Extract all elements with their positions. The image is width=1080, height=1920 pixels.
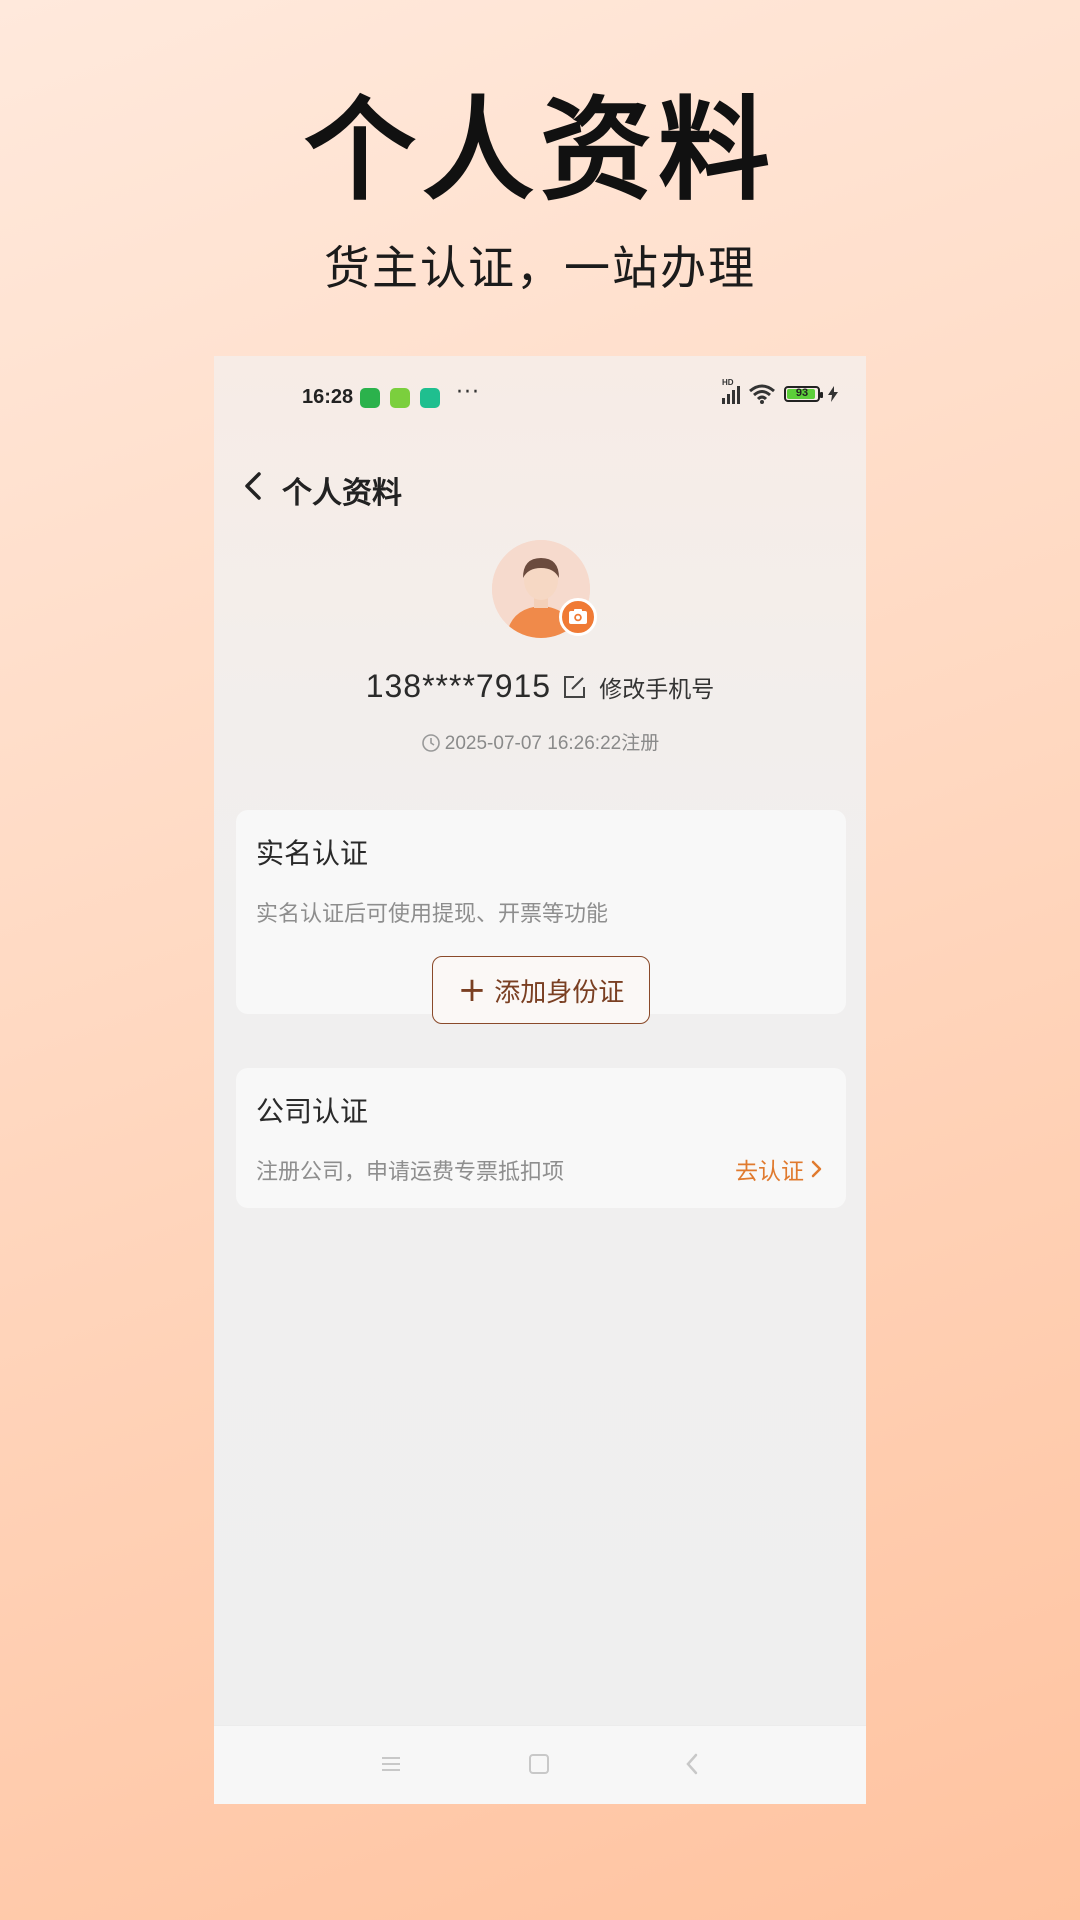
nav-bar: 个人资料	[214, 456, 866, 516]
company-title: 公司认证	[256, 1095, 369, 1128]
company-description: 注册公司，申请运费专票抵扣项	[256, 1160, 565, 1185]
clock-icon	[421, 734, 440, 752]
system-nav-bar	[214, 1725, 866, 1804]
go-verify-link[interactable]: 去认证	[735, 1152, 824, 1186]
charging-icon	[828, 386, 838, 402]
hd-label: HD	[722, 378, 734, 387]
registration-text: 2025-07-07 16:26:22注册	[444, 733, 660, 754]
back-arrow-icon[interactable]	[236, 468, 272, 504]
shield-app-icon	[420, 388, 440, 408]
phone-row: 138****7915 修改手机号	[214, 668, 866, 705]
modify-phone-link[interactable]: 修改手机号	[599, 677, 714, 703]
phone-screen: 16:28 ··· HD 93 个人资料 138****7915 修改手机号 2…	[214, 356, 866, 1804]
phone-app-icon	[360, 388, 380, 408]
registration-time: 2025-07-07 16:26:22注册	[214, 728, 866, 755]
real-name-title: 实名认证	[256, 837, 369, 870]
plus-icon: +	[457, 970, 487, 1010]
status-time: 16:28	[302, 386, 354, 408]
real-name-description: 实名认证后可使用提现、开票等功能	[256, 902, 609, 927]
real-name-card: 实名认证 实名认证后可使用提现、开票等功能 + 添加身份证	[236, 810, 846, 1024]
nav-back-icon[interactable]	[682, 1752, 702, 1776]
battery-icon: 93	[784, 386, 823, 402]
more-notifications-icon: ···	[456, 380, 480, 405]
wifi-icon	[749, 384, 775, 404]
home-icon[interactable]	[529, 1754, 549, 1774]
chevron-right-icon	[811, 1160, 822, 1178]
signal-icon: HD	[722, 378, 740, 404]
edit-icon[interactable]	[560, 673, 588, 701]
promo-subtitle: 货主认证，一站办理	[324, 241, 756, 295]
go-verify-label: 去认证	[735, 1159, 804, 1185]
camera-icon[interactable]	[559, 598, 597, 636]
page-title: 个人资料	[282, 476, 402, 511]
add-id-card-button[interactable]: + 添加身份证	[432, 956, 650, 1024]
status-right: HD 93	[722, 378, 838, 404]
add-id-card-label: 添加身份证	[494, 977, 625, 1008]
status-bar: 16:28 ··· HD 93	[214, 356, 866, 444]
phone-number: 138****7915	[365, 668, 552, 704]
menu-icon[interactable]	[382, 1756, 400, 1772]
company-card: 公司认证 注册公司，申请运费专票抵扣项 去认证	[236, 1068, 846, 1208]
battery-level: 93	[795, 387, 809, 399]
promo-title: 个人资料	[304, 85, 776, 216]
chat-app-icon	[390, 388, 410, 408]
